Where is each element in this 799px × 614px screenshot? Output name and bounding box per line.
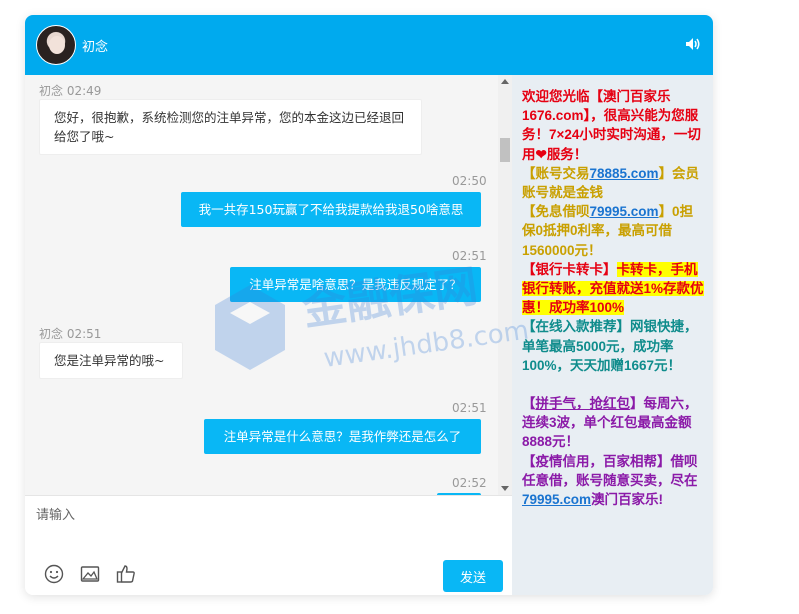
message-bubble-outgoing: 我一共存150玩赢了不给我提款给我退50啥意思 — [181, 192, 481, 227]
chat-scrollbar[interactable] — [498, 75, 512, 495]
image-icon[interactable] — [80, 564, 100, 584]
message-meta: 02:52 — [452, 476, 487, 490]
send-button[interactable]: 发送 — [443, 560, 503, 592]
promo-bank-tag: 【银行卡转卡】 — [522, 261, 617, 277]
promo-epidemic-prefix: 【疫情信用，百家相帮】借呗任意借，账号随意买卖，尽在 — [522, 453, 698, 488]
promo-online: 【在线入款推荐】网银快捷，单笔最高5000元，成功率100%，天天加赠1667元… — [522, 319, 698, 373]
promo-loan-prefix: 【免息借呗 — [522, 204, 590, 220]
message-bubble-outgoing: 注单异常是啥意思？是我违反规定了？ — [230, 267, 481, 302]
promo-epidemic: 【疫情信用，百家相帮】借呗任意借，账号随意买卖，尽在 79995.com澳门百家乐… — [522, 452, 705, 510]
promo-loan: 【免息借呗79995.com】0担保0抵押0利率，最高可借1560000元！ — [522, 202, 705, 260]
heart-icon: ❤ — [535, 146, 547, 162]
speaker-icon[interactable] — [685, 37, 701, 51]
promo-account: 【账号交易78885.com】会员账号就是金钱 — [522, 164, 705, 202]
scroll-thumb[interactable] — [500, 138, 510, 162]
agent-avatar[interactable] — [36, 25, 76, 65]
smile-icon[interactable] — [44, 564, 64, 584]
message-bubble-incoming: 您好，很抱歉，系统检测您的注单异常，您的本金这边已经退回给您了哦~ — [39, 99, 422, 155]
promo-welcome-tail: 服务！ — [546, 146, 588, 162]
thumbs-up-icon[interactable] — [116, 564, 136, 584]
promo-welcome: 欢迎您光临【澳门百家乐1676.com】，很高兴能为您服务！7×24小时实时沟通… — [522, 87, 705, 164]
message-meta: 02:51 — [452, 249, 487, 263]
promo-account-prefix: 【账号交易 — [522, 165, 590, 181]
message-bubble-incoming: 您是注单异常的哦~ — [39, 342, 183, 379]
promo-lucky-prefix: 【 — [522, 396, 536, 412]
promo-epidemic-suffix: 澳门百家乐! — [591, 492, 664, 508]
agent-name: 初念 — [82, 40, 109, 55]
message-input-area[interactable]: 请输入 发送 — [25, 495, 512, 595]
message-meta: 02:51 — [452, 401, 487, 415]
message-meta: 初念 02:49 — [39, 84, 102, 98]
scroll-up-arrow-icon[interactable] — [501, 79, 509, 84]
promo-epidemic-link[interactable]: 79995.com — [522, 492, 591, 507]
chat-header: 初念 — [25, 15, 713, 75]
scroll-down-arrow-icon[interactable] — [501, 486, 509, 491]
promo-sidebar: 欢迎您光临【澳门百家乐1676.com】，很高兴能为您服务！7×24小时实时沟通… — [512, 75, 713, 595]
message-input[interactable]: 请输入 — [36, 504, 75, 523]
message-list[interactable]: 初念 02:49 您好，很抱歉，系统检测您的注单异常，您的本金这边已经退回给您了… — [25, 75, 512, 495]
message-bubble-outgoing: 注单异常是什么意思？是我作弊还是怎么了 — [204, 419, 481, 454]
promo-lucky-link[interactable]: 拼手气，抢红包 — [536, 396, 631, 411]
message-meta: 02:50 — [452, 174, 487, 188]
chat-window: 初念 初念 02:49 您好，很抱歉，系统检测您的注单异常，您的本金这边已经退回… — [25, 15, 713, 595]
promo-loan-link[interactable]: 79995.com — [590, 204, 659, 219]
promo-bank: 【银行卡转卡】卡转卡，手机银行转账，充值就送1%存款优惠！成功率100% — [522, 260, 705, 318]
promo-account-link[interactable]: 78885.com — [590, 166, 659, 181]
promo-lucky: 【拼手气，抢红包】每周六，连续3波，单个红包最高金额8888元！ — [522, 394, 705, 452]
message-meta: 初念 02:51 — [39, 327, 102, 341]
